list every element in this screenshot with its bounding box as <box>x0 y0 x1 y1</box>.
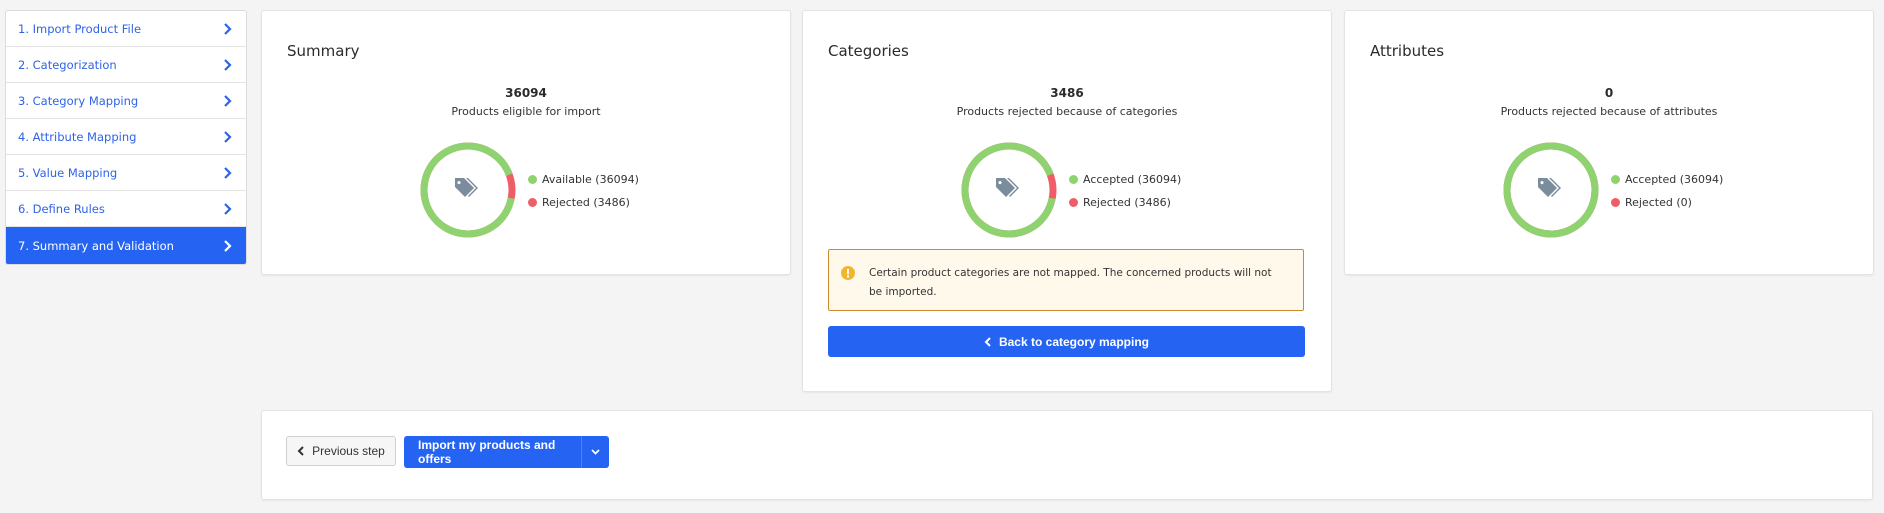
legend-dot-accepted <box>1611 175 1620 184</box>
tags-icon <box>1538 178 1561 197</box>
previous-step-button[interactable]: Previous step <box>286 436 396 466</box>
rejected-categories-count: 3486 <box>1050 86 1084 100</box>
step-value-mapping[interactable]: 5. Value Mapping <box>6 155 246 191</box>
actions-card: Previous step Import my products and off… <box>261 410 1873 500</box>
summary-card: Summary 36094 Products eligible for impo… <box>261 10 791 275</box>
step-category-mapping[interactable]: 3. Category Mapping <box>6 83 246 119</box>
chevron-right-icon <box>221 202 233 215</box>
rejected-categories-subtitle: Products rejected because of categories <box>956 105 1178 118</box>
back-to-category-mapping-button[interactable]: Back to category mapping <box>828 326 1305 357</box>
summary-legend: Available (36094) Rejected (3486) <box>528 168 639 214</box>
categories-donut-chart <box>961 142 1057 238</box>
step-label: 2. Categorization <box>18 57 117 72</box>
eligible-subtitle: Products eligible for import <box>451 105 601 118</box>
chevron-right-icon <box>221 22 233 35</box>
chevron-right-icon <box>221 166 233 179</box>
import-options-dropdown[interactable] <box>581 436 609 468</box>
chevron-down-icon <box>591 449 600 455</box>
tags-icon <box>996 178 1019 197</box>
eligible-count: 36094 <box>505 86 547 100</box>
attributes-card: Attributes 0 Products rejected because o… <box>1344 10 1874 275</box>
attributes-legend: Accepted (36094) Rejected (0) <box>1611 168 1723 214</box>
card-title: Summary <box>287 42 360 60</box>
legend-rejected: Rejected (3486) <box>1069 191 1181 214</box>
attributes-donut-chart <box>1503 142 1599 238</box>
chevron-right-icon <box>221 130 233 143</box>
chevron-left-icon <box>297 446 304 456</box>
legend-dot-rejected <box>1611 198 1620 207</box>
step-categorization[interactable]: 2. Categorization <box>6 47 246 83</box>
step-label: 4. Attribute Mapping <box>18 129 137 144</box>
card-title: Attributes <box>1370 42 1445 60</box>
button-label: Import my products and offers <box>418 438 556 466</box>
legend-dot-rejected <box>1069 198 1078 207</box>
categories-card: Categories 3486 Products rejected becaus… <box>802 10 1332 392</box>
step-attribute-mapping[interactable]: 4. Attribute Mapping <box>6 119 246 155</box>
step-summary-and-validation[interactable]: 7. Summary and Validation <box>6 227 246 264</box>
rejected-attributes-count: 0 <box>1604 86 1614 100</box>
legend-accepted: Accepted (36094) <box>1069 168 1181 191</box>
legend-rejected: Rejected (0) <box>1611 191 1723 214</box>
rejected-attributes-subtitle: Products rejected because of attributes <box>1500 105 1718 118</box>
steps-sidebar: 1. Import Product File 2. Categorization… <box>5 10 247 265</box>
step-label: 7. Summary and Validation <box>18 238 174 253</box>
chevron-right-icon <box>221 239 233 252</box>
legend-dot-accepted <box>528 175 537 184</box>
chevron-left-icon <box>984 336 991 347</box>
legend-dot-accepted <box>1069 175 1078 184</box>
card-title: Categories <box>828 42 909 60</box>
step-label: 5. Value Mapping <box>18 165 118 180</box>
legend-available: Available (36094) <box>528 168 639 191</box>
step-label: 6. Define Rules <box>18 201 105 216</box>
button-label: Previous step <box>312 444 385 458</box>
import-products-button[interactable]: Import my products and offers <box>404 436 609 468</box>
step-label: 3. Category Mapping <box>18 93 139 108</box>
summary-donut-chart <box>420 142 516 238</box>
legend-rejected: Rejected (3486) <box>528 191 639 214</box>
step-import-product-file[interactable]: 1. Import Product File <box>6 11 246 47</box>
categories-legend: Accepted (36094) Rejected (3486) <box>1069 168 1181 214</box>
legend-dot-rejected <box>528 198 537 207</box>
button-label: Back to category mapping <box>998 334 1150 349</box>
tags-icon <box>455 178 478 197</box>
step-define-rules[interactable]: 6. Define Rules <box>6 191 246 227</box>
unmapped-categories-warning: Certain product categories are not mappe… <box>828 249 1304 311</box>
legend-accepted: Accepted (36094) <box>1611 168 1723 191</box>
exclamation-circle-icon <box>841 266 855 280</box>
step-label: 1. Import Product File <box>18 21 142 36</box>
chevron-right-icon <box>221 58 233 71</box>
warning-text: Certain product categories are not mappe… <box>869 267 1272 298</box>
chevron-right-icon <box>221 94 233 107</box>
